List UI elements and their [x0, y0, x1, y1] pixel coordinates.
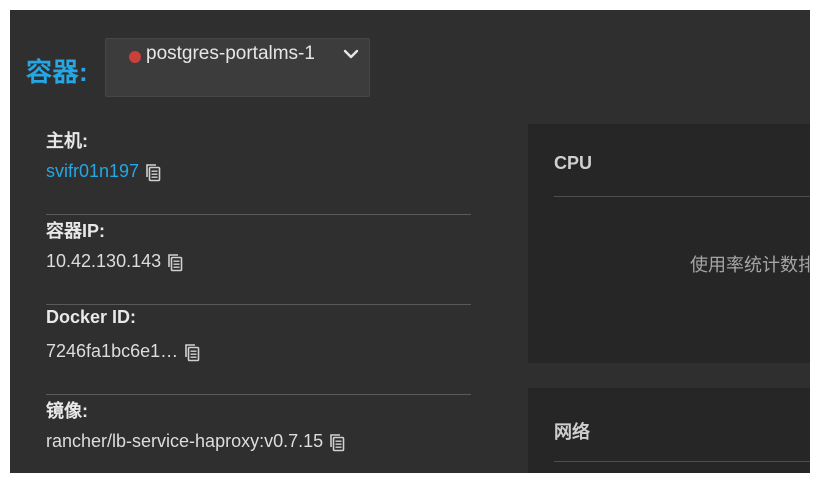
image-value-wrapper: rancher/lb-service-haproxy:v0.7.15 — [46, 431, 345, 452]
clipboard-icon[interactable] — [184, 343, 200, 362]
clipboard-icon[interactable] — [145, 163, 161, 182]
container-detail-view: 容器: postgres-portalms-1 主机: svifr01n197 … — [10, 10, 810, 473]
docker-id-value-wrapper: 7246fa1bc6e1… — [46, 341, 200, 362]
docker-id-label: Docker ID: — [46, 307, 137, 327]
info-row-host: 主机: svifr01n197 — [46, 125, 471, 215]
image-value: rancher/lb-service-haproxy:v0.7.15 — [46, 431, 324, 451]
container-ip-label: 容器IP: — [46, 221, 106, 241]
info-row-image: 镜像: rancher/lb-service-haproxy:v0.7.15 — [46, 395, 471, 473]
info-row-docker-id: Docker ID: 7246fa1bc6e1… — [46, 305, 471, 395]
status-dot-icon — [129, 51, 141, 63]
container-ip-value-wrapper: 10.42.130.143 — [46, 251, 183, 272]
network-panel: 网络 — [528, 388, 810, 473]
host-value-wrapper: svifr01n197 — [46, 161, 161, 182]
clipboard-icon[interactable] — [329, 433, 345, 452]
cpu-panel-divider — [554, 196, 810, 197]
image-label: 镜像: — [46, 401, 88, 421]
container-select[interactable]: postgres-portalms-1 — [105, 38, 370, 97]
docker-id-value: 7246fa1bc6e1… — [46, 341, 179, 361]
container-select-value: postgres-portalms-1 — [146, 43, 315, 64]
chevron-down-icon[interactable] — [342, 45, 360, 63]
info-row-container-ip: 容器IP: 10.42.130.143 — [46, 215, 471, 305]
clipboard-icon[interactable] — [167, 253, 183, 272]
container-label: 容器: — [26, 57, 89, 87]
network-panel-title: 网络 — [554, 422, 590, 442]
cpu-panel-title: CPU — [554, 153, 593, 173]
network-panel-divider — [554, 461, 810, 462]
container-info: 主机: svifr01n197 容器IP: 10.42.130.143 Dock… — [46, 125, 471, 473]
cpu-panel-message: 使用率统计数排 — [690, 255, 810, 275]
cpu-panel: CPU 使用率统计数排 — [528, 124, 810, 363]
host-label: 主机: — [46, 131, 88, 151]
container-ip-value: 10.42.130.143 — [46, 251, 162, 271]
host-link[interactable]: svifr01n197 — [46, 161, 139, 181]
